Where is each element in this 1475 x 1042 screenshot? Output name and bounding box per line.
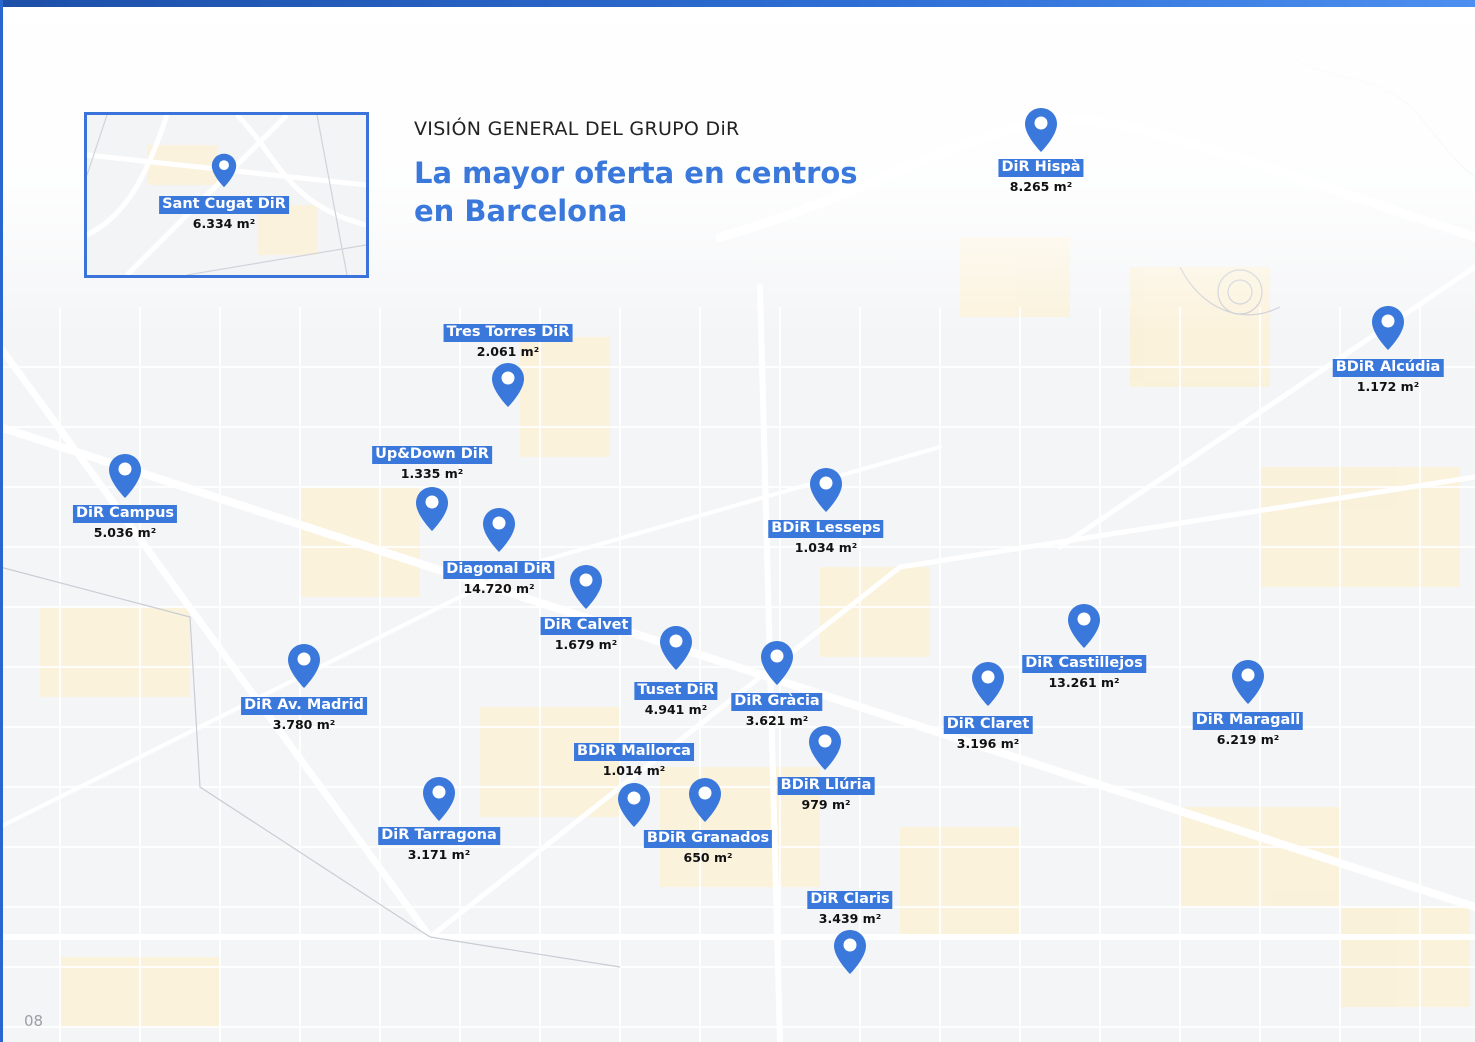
location-label-claret[interactable]: DiR Claret 3.196 m² (943, 715, 1033, 751)
location-name: DiR Av. Madrid (241, 697, 367, 715)
map-pin-icon[interactable] (415, 486, 449, 532)
location-area: 6.334 m² (192, 215, 256, 231)
location-name: DiR Claris (807, 891, 893, 909)
map-page: Sant Cugat DiR 6.334 m² VISIÓN GENERAL D… (0, 0, 1475, 1042)
location-name: DiR Gràcia (731, 693, 823, 711)
map-pin-icon[interactable] (808, 725, 842, 771)
left-accent-bar (0, 0, 3, 1042)
location-label-tres-torres[interactable]: Tres Torres DiR 2.061 m² (443, 323, 573, 359)
location-name: Up&Down DiR (372, 446, 492, 464)
location-name: DiR Hispà (998, 159, 1084, 177)
location-label-gracia[interactable]: DiR Gràcia 3.621 m² (731, 692, 823, 727)
location-area: 3.439 m² (818, 910, 882, 926)
location-label-hispa[interactable]: DiR Hispà 8.265 m² (998, 158, 1084, 194)
map-pin-icon[interactable] (108, 453, 142, 499)
map-pin-icon[interactable] (760, 640, 794, 686)
location-name: BDiR Lesseps (768, 520, 884, 538)
location-label-tarragona[interactable]: DiR Tarragona 3.171 m² (378, 826, 500, 861)
sant-cugat-inset-map[interactable]: Sant Cugat DiR 6.334 m² (84, 112, 369, 278)
map-pin-icon[interactable] (1067, 603, 1101, 649)
location-area: 2.061 m² (476, 343, 540, 359)
location-name: BDiR Alcúdia (1332, 359, 1444, 377)
location-name: DiR Claret (943, 716, 1033, 734)
map-pin-icon[interactable] (617, 782, 651, 828)
location-area: 979 m² (801, 796, 851, 812)
location-area: 8.265 m² (1009, 178, 1073, 194)
top-accent-bar (0, 0, 1475, 7)
page-headline: La mayor oferta en centros en Barcelona (414, 154, 884, 230)
location-label-lesseps[interactable]: BDiR Lesseps 1.034 m² (768, 519, 884, 555)
location-label-alcudia[interactable]: BDiR Alcúdia 1.172 m² (1332, 358, 1444, 394)
map-pin-icon[interactable] (1371, 305, 1405, 351)
map-pin-icon[interactable] (809, 467, 843, 513)
headline-line-2: en Barcelona (414, 194, 628, 228)
map-pin-icon[interactable] (659, 625, 693, 671)
location-label-campus[interactable]: DiR Campus 5.036 m² (72, 504, 178, 540)
location-area: 14.720 m² (463, 580, 535, 596)
map-pin-icon[interactable] (1024, 107, 1058, 153)
location-name: DiR Castillejos (1022, 655, 1146, 673)
location-area: 3.171 m² (407, 846, 471, 862)
location-label-lluria[interactable]: BDiR Llúria 979 m² (777, 776, 875, 812)
location-area: 1.172 m² (1356, 378, 1420, 394)
map-pin-icon[interactable] (482, 507, 516, 553)
location-name: DiR Calvet (540, 617, 632, 635)
section-label: VISIÓN GENERAL DEL GRUPO DiR (414, 118, 740, 140)
location-area: 5.036 m² (93, 524, 157, 540)
location-area: 650 m² (683, 849, 733, 865)
map-pin-icon[interactable] (688, 777, 722, 823)
location-area: 1.679 m² (554, 636, 618, 652)
location-label-up-down[interactable]: Up&Down DiR 1.335 m² (372, 445, 492, 480)
location-area: 3.196 m² (956, 735, 1020, 751)
location-area: 6.219 m² (1216, 731, 1280, 747)
location-label-calvet[interactable]: DiR Calvet 1.679 m² (540, 616, 632, 652)
location-area: 13.261 m² (1048, 674, 1120, 690)
location-name: DiR Maragall (1192, 712, 1304, 730)
location-name: BDiR Mallorca (574, 743, 694, 761)
location-label-tuset[interactable]: Tuset DiR 4.941 m² (634, 681, 718, 717)
location-name: BDiR Llúria (777, 777, 875, 795)
location-name: Tres Torres DiR (443, 324, 573, 342)
location-label-mallorca[interactable]: BDiR Mallorca 1.014 m² (574, 742, 694, 777)
map-pin-icon[interactable] (1231, 659, 1265, 705)
location-label-diagonal[interactable]: Diagonal DiR 14.720 m² (443, 560, 555, 596)
location-name: Diagonal DiR (443, 561, 555, 579)
location-label-castillejos[interactable]: DiR Castillejos 13.261 m² (1022, 654, 1146, 689)
location-label-granados[interactable]: BDiR Granados 650 m² (643, 829, 773, 865)
page-number: 08 (24, 1012, 44, 1030)
location-area: 1.034 m² (794, 539, 858, 555)
map-pin-icon[interactable] (422, 776, 456, 822)
location-name: Sant Cugat DiR (159, 196, 289, 214)
map-pin-icon[interactable] (971, 661, 1005, 707)
map-pin-icon[interactable] (211, 153, 237, 188)
map-pin-icon[interactable] (287, 643, 321, 689)
location-area: 3.780 m² (272, 716, 336, 732)
location-area: 4.941 m² (644, 701, 708, 717)
location-label-av-madrid[interactable]: DiR Av. Madrid 3.780 m² (241, 696, 367, 731)
location-label-maragall[interactable]: DiR Maragall 6.219 m² (1192, 711, 1304, 747)
map-pin-icon[interactable] (491, 362, 525, 408)
location-name: DiR Campus (72, 505, 178, 523)
location-label-claris[interactable]: DiR Claris 3.439 m² (807, 890, 893, 926)
location-name: BDiR Granados (643, 830, 773, 848)
location-area: 1.014 m² (602, 762, 666, 778)
location-name: DiR Tarragona (378, 827, 500, 845)
location-area: 1.335 m² (400, 465, 464, 481)
location-label-sant-cugat[interactable]: Sant Cugat DiR 6.334 m² (159, 195, 289, 230)
map-pin-icon[interactable] (569, 564, 603, 610)
map-pin-icon[interactable] (833, 929, 867, 975)
location-name: Tuset DiR (634, 682, 718, 700)
headline-line-1: La mayor oferta en centros (414, 156, 858, 190)
